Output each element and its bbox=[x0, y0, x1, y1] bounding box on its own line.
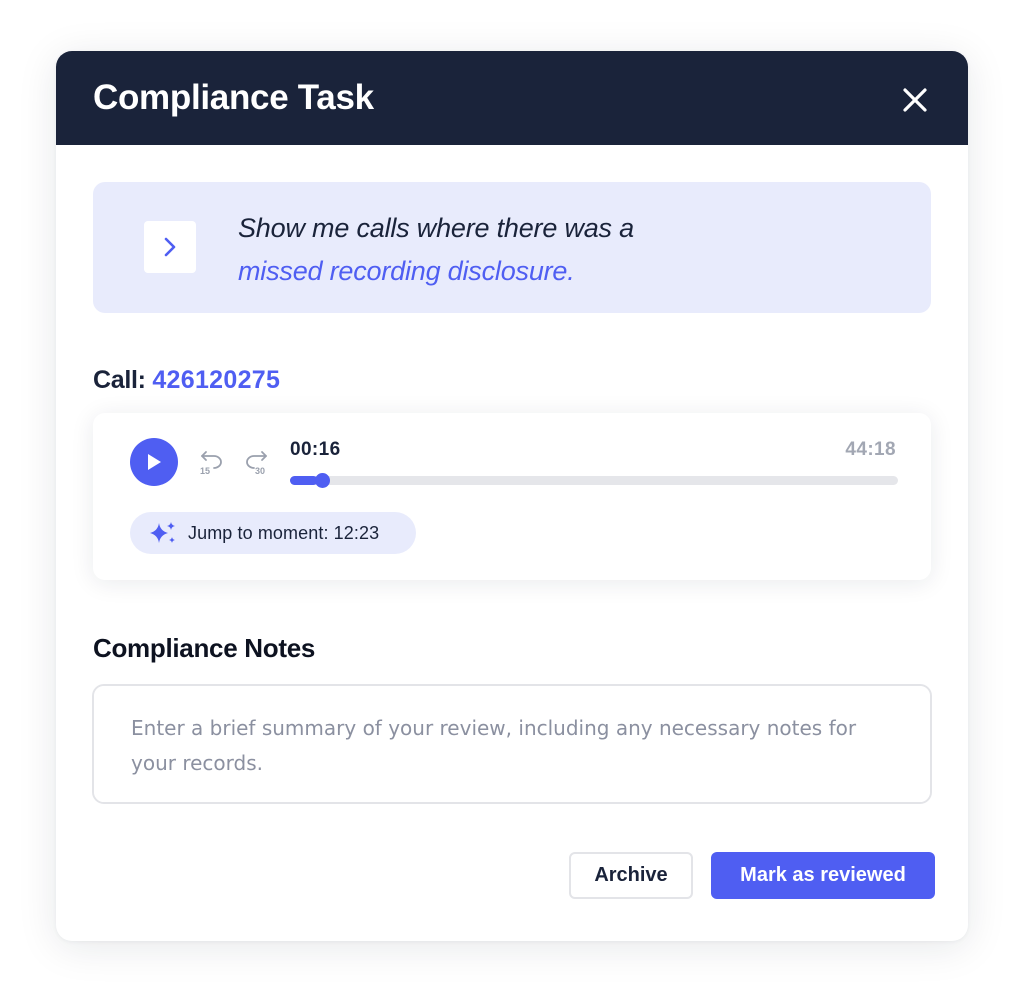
progress-thumb[interactable] bbox=[314, 473, 330, 488]
call-heading: Call: 426120275 bbox=[93, 362, 280, 398]
rewind-15-button[interactable]: 15 bbox=[196, 447, 226, 477]
mark-as-reviewed-button[interactable]: Mark as reviewed bbox=[711, 852, 935, 899]
modal-header: Compliance Task bbox=[56, 51, 968, 145]
modal-title: Compliance Task bbox=[93, 78, 374, 117]
archive-button[interactable]: Archive bbox=[569, 852, 693, 899]
audio-player: 15 30 00:16 44:18 Jump to moment: 12:23 bbox=[93, 413, 931, 580]
total-time: 44:18 bbox=[845, 439, 896, 460]
jump-to-moment-button[interactable]: Jump to moment: 12:23 bbox=[130, 512, 416, 554]
close-icon bbox=[903, 88, 927, 112]
rewind-seconds-label: 15 bbox=[200, 466, 210, 476]
ai-query-prompt: Show me calls where there was a missed r… bbox=[93, 182, 931, 313]
rewind-15-icon: 15 bbox=[200, 451, 222, 476]
play-button[interactable] bbox=[130, 438, 178, 486]
prompt-text: Show me calls where there was a missed r… bbox=[238, 207, 878, 293]
chevron-right-icon bbox=[164, 237, 176, 257]
forward-30-button[interactable]: 30 bbox=[242, 447, 272, 477]
call-label: Call: bbox=[93, 366, 146, 394]
play-icon bbox=[148, 454, 161, 470]
progress-bar[interactable] bbox=[290, 473, 898, 488]
compliance-task-modal: Compliance Task Show me calls where ther… bbox=[56, 51, 968, 941]
compliance-notes-title: Compliance Notes bbox=[93, 633, 316, 663]
close-button[interactable] bbox=[894, 79, 936, 121]
current-time: 00:16 bbox=[290, 439, 341, 460]
call-id: 426120275 bbox=[152, 366, 281, 394]
forward-seconds-label: 30 bbox=[255, 466, 265, 476]
prompt-text-prefix: Show me calls where there was a bbox=[238, 213, 634, 243]
compliance-notes-input[interactable] bbox=[92, 684, 932, 804]
progress-fill bbox=[290, 476, 318, 485]
prompt-chevron-box bbox=[144, 221, 196, 273]
forward-30-icon: 30 bbox=[246, 451, 267, 476]
sparkle-icon bbox=[150, 522, 175, 543]
jump-to-moment-label: Jump to moment: 12:23 bbox=[188, 522, 380, 543]
prompt-text-highlight: missed recording disclosure. bbox=[238, 256, 575, 286]
